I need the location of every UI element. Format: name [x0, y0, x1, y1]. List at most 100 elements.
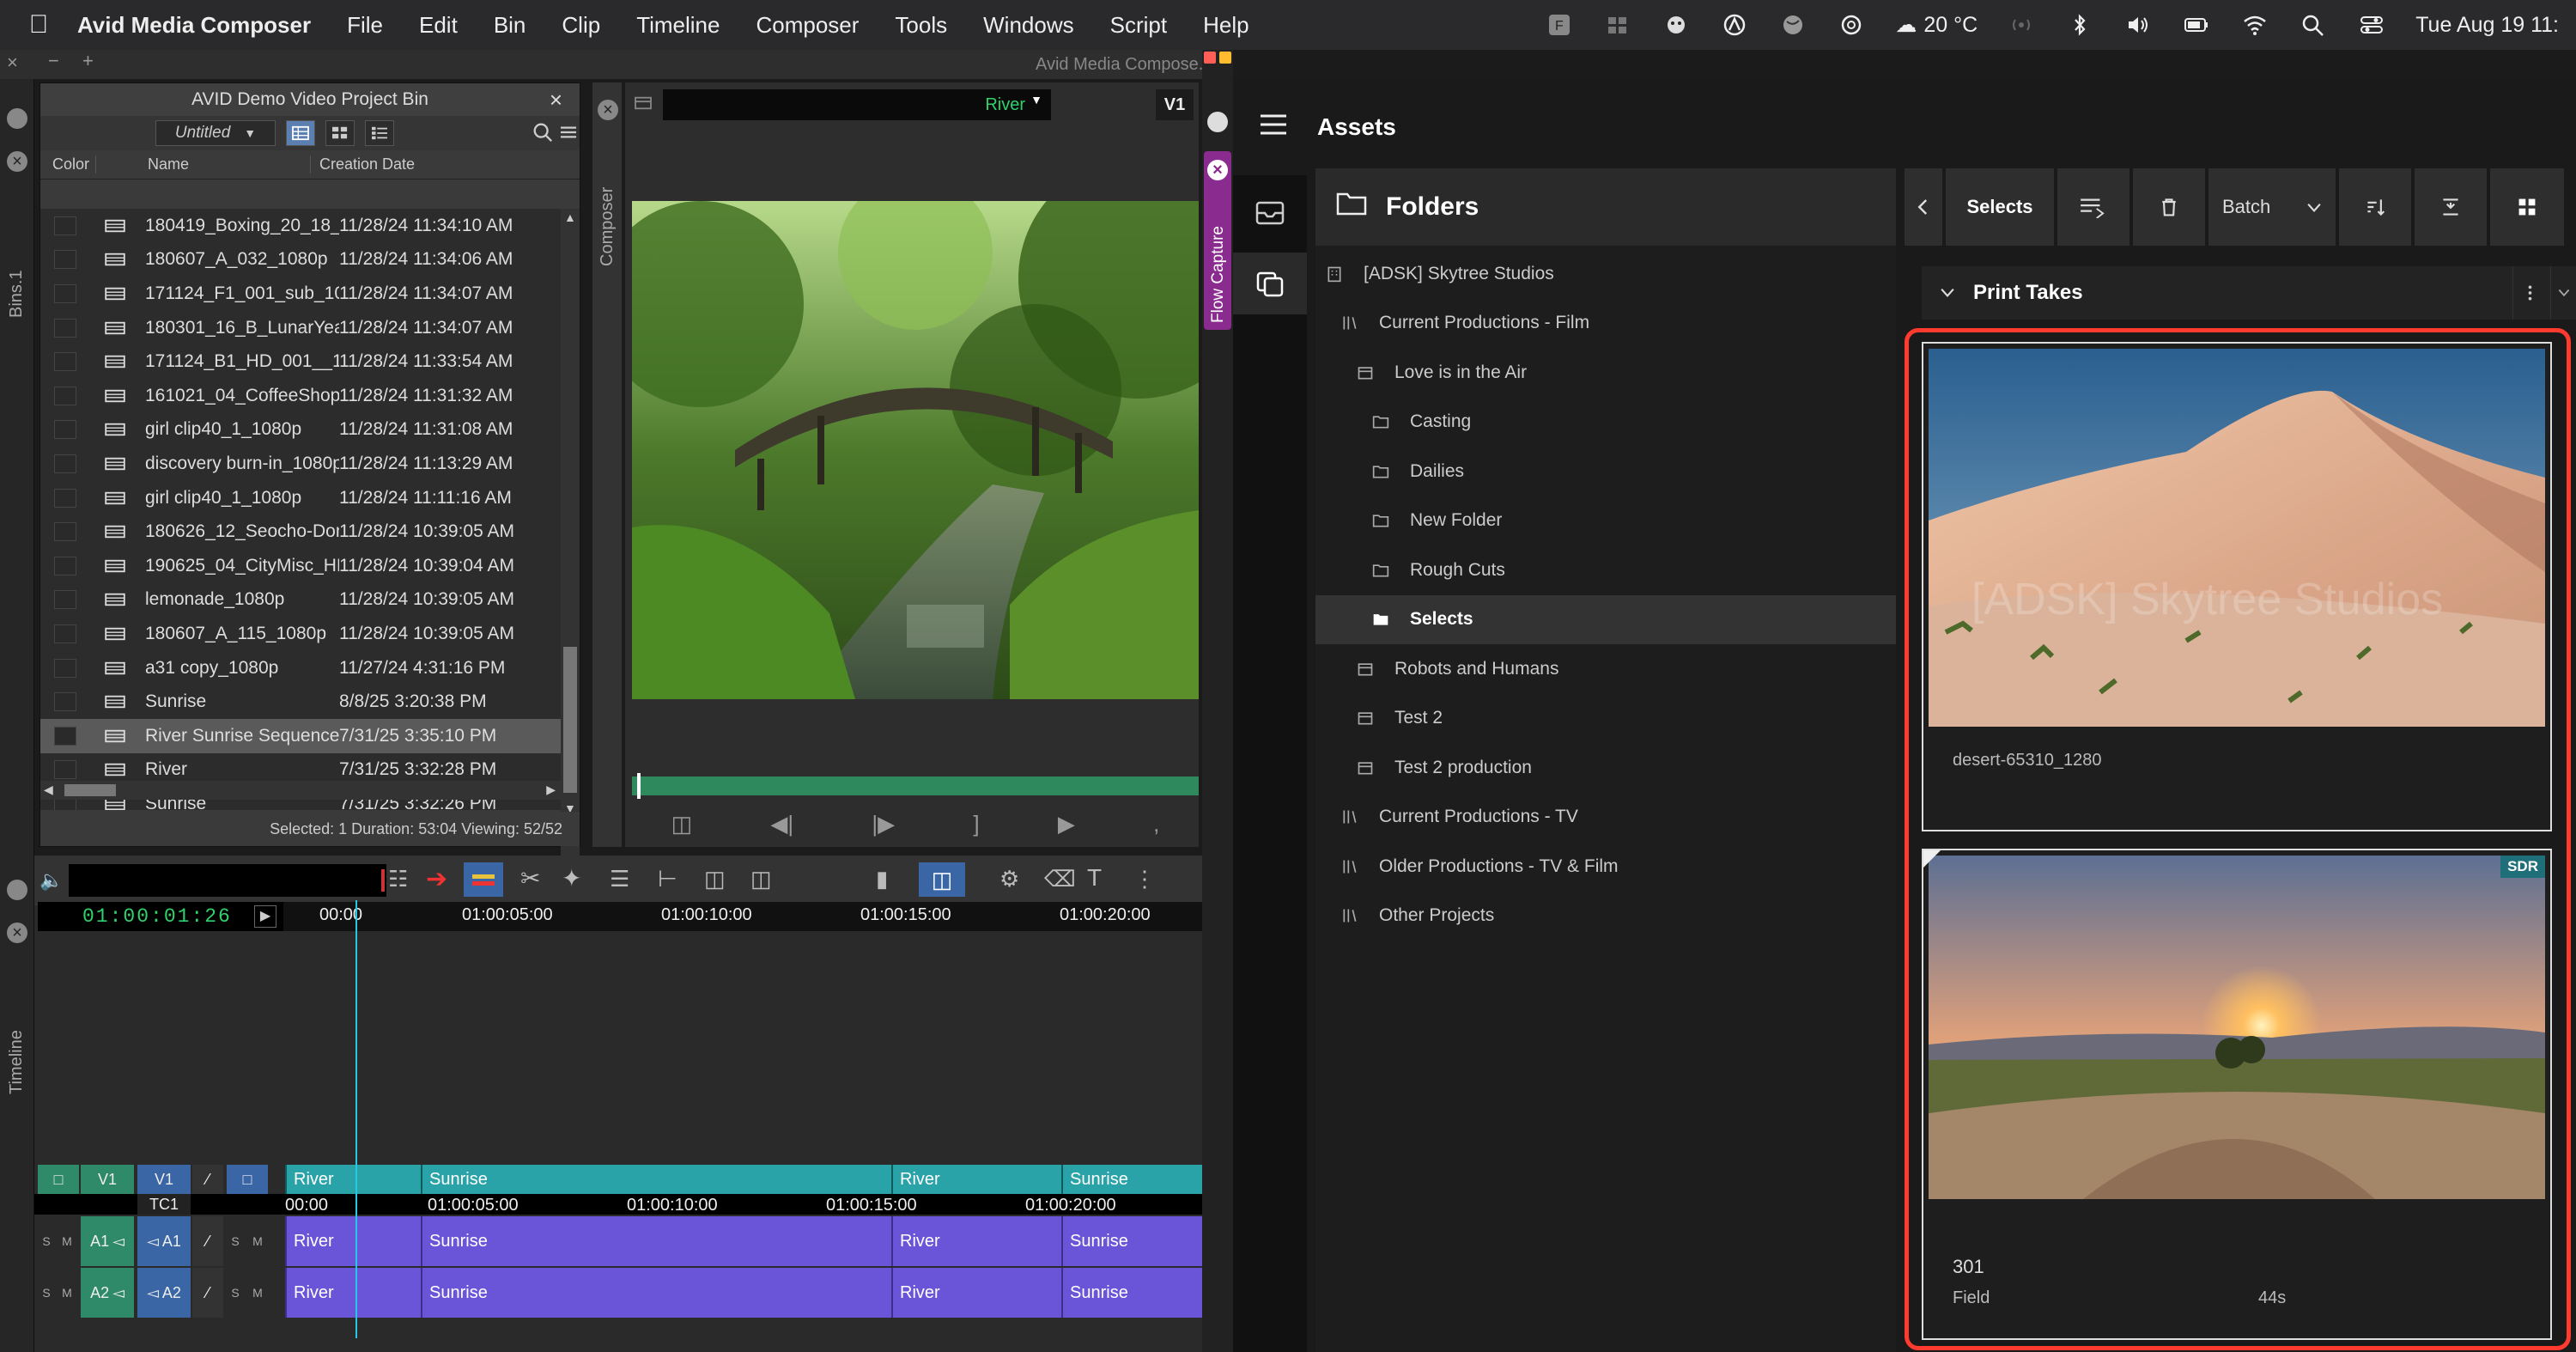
color-swatch[interactable]: [54, 454, 76, 473]
bin-row[interactable]: lemonade_1080p 11/28/24 10:39:05 AM: [40, 583, 561, 618]
inbox-icon[interactable]: [1233, 187, 1307, 239]
clip-river-a1[interactable]: River: [285, 1216, 421, 1266]
position-indicator[interactable]: [637, 773, 641, 799]
trim-icon[interactable]: ✦: [562, 864, 581, 892]
dock-close-icon[interactable]: ×: [7, 151, 27, 172]
v1-solo-icon[interactable]: □: [227, 1165, 268, 1194]
timeline-label[interactable]: Timeline: [7, 1030, 27, 1094]
asset-card[interactable]: [ADSK] Skytree Studios desert-65310_1280: [1922, 342, 2552, 831]
source-track-v1[interactable]: V1: [81, 1165, 134, 1194]
clip-river-v1-2[interactable]: River: [891, 1165, 1061, 1194]
copy-assets-icon[interactable]: [1233, 253, 1307, 314]
clip-sunrise-v1[interactable]: Sunrise: [421, 1165, 891, 1194]
composer-close-icon[interactable]: ×: [598, 100, 618, 120]
timeline-view-icon[interactable]: ◫: [919, 862, 965, 897]
group-collapse-icon[interactable]: [1922, 288, 1973, 298]
color-swatch[interactable]: [54, 386, 76, 405]
composer-label[interactable]: Composer: [598, 187, 617, 266]
color-swatch[interactable]: [54, 420, 76, 440]
bin-row[interactable]: 161021_04_CoffeeShop_...11/28/24 11:31:3…: [40, 379, 561, 413]
grid-status-icon[interactable]: [1603, 12, 1632, 38]
menu-windows[interactable]: Windows: [983, 12, 1073, 39]
step-backward-icon[interactable]: ◀|: [770, 811, 793, 837]
composer-menu-icon[interactable]: [634, 95, 653, 115]
eraser-icon[interactable]: ⌫: [1044, 866, 1076, 892]
color-swatch[interactable]: [54, 692, 76, 712]
creature-status-icon[interactable]: [1662, 12, 1691, 38]
collapse-all-icon[interactable]: [2415, 168, 2487, 246]
bin-row[interactable]: a31 copy_1080p 11/27/24 4:31:16 PM: [40, 651, 561, 685]
composer-video-frame[interactable]: [632, 201, 1199, 699]
composer-clip-menu[interactable]: River ▼: [663, 89, 1051, 120]
a2-lock-icon[interactable]: ⁄: [192, 1268, 223, 1318]
broadcast-status-icon[interactable]: [2007, 12, 2036, 38]
flow-app-icon[interactable]: F: [1545, 12, 1574, 38]
timeline-dock-menu-icon[interactable]: [7, 880, 27, 900]
battery-icon[interactable]: [2182, 12, 2211, 38]
timeline-playhead[interactable]: [355, 900, 357, 1338]
bin-hscroll-thumb[interactable]: [64, 784, 116, 796]
grid-view-icon[interactable]: [2490, 168, 2564, 246]
globe-status-icon[interactable]: [1778, 12, 1807, 38]
a2-solo-button[interactable]: S: [36, 1268, 57, 1318]
color-swatch[interactable]: [54, 624, 76, 643]
bin-search-icon[interactable]: [532, 121, 554, 148]
tc1-label[interactable]: TC1: [137, 1194, 191, 1215]
source-track-a2[interactable]: A2 ◅: [81, 1268, 134, 1318]
timecode-menu-icon[interactable]: ▶: [254, 905, 276, 928]
flow-capture-close-icon[interactable]: ×: [1207, 160, 1228, 180]
composer-toggle-icon[interactable]: ◫: [671, 811, 693, 837]
color-swatch[interactable]: [54, 658, 76, 678]
color-swatch[interactable]: [54, 216, 76, 235]
asset-thumbnail[interactable]: [1929, 856, 2545, 1199]
color-swatch[interactable]: [54, 522, 76, 542]
sort-icon[interactable]: [2339, 168, 2411, 246]
menu-composer[interactable]: Composer: [756, 12, 859, 39]
clip-sunrise-a1[interactable]: Sunrise: [421, 1216, 891, 1266]
flow-close-icon[interactable]: [1204, 52, 1216, 64]
bin-row[interactable]: girl clip40_1_1080p 11/28/24 11:31:08 AM: [40, 413, 561, 448]
asset-card[interactable]: SDR 301 Field 44s: [1922, 849, 2552, 1340]
timeline-ruler[interactable]: 00:00 01:00:05:00 01:00:10:00 01:00:15:0…: [283, 902, 1202, 931]
clip-river-a2-2[interactable]: River: [891, 1268, 1061, 1318]
bin-row[interactable]: 180607_A_115_1080p 11/28/24 10:39:05 AM: [40, 617, 561, 651]
list-settings-icon[interactable]: [2057, 168, 2129, 246]
a1-lock-icon[interactable]: ⁄: [192, 1216, 223, 1266]
close-window-icon[interactable]: ×: [7, 52, 18, 74]
track-list-icon[interactable]: ☰: [610, 866, 629, 892]
color-swatch[interactable]: [54, 488, 76, 508]
menu-bin[interactable]: Bin: [494, 12, 526, 39]
bin-row[interactable]: 180607_A_032_1080p 11/28/24 11:34:06 AM: [40, 243, 561, 277]
bin-vertical-scrollbar[interactable]: ▲ ▼: [561, 209, 580, 862]
record-track-v1[interactable]: V1: [137, 1165, 191, 1194]
expand-window-icon[interactable]: +: [82, 50, 94, 72]
weather-status[interactable]: ☁ 20 °C: [1895, 12, 1978, 38]
minimize-window-icon[interactable]: −: [48, 50, 59, 72]
folder-tree-item[interactable]: Love is in the Air: [1315, 348, 1896, 398]
source-track-a1[interactable]: A1 ◅: [81, 1216, 134, 1266]
play-icon[interactable]: ▶: [1058, 811, 1075, 837]
folder-tree-item[interactable]: Casting: [1315, 398, 1896, 448]
bins-label[interactable]: Bins.1: [7, 270, 27, 318]
group-more-icon[interactable]: [2512, 266, 2547, 320]
bin-row[interactable]: 171124_B1_HD_001__10...11/28/24 11:33:54…: [40, 344, 561, 379]
splice-icon[interactable]: ⊢: [658, 866, 677, 892]
menu-clip[interactable]: Clip: [562, 12, 600, 39]
scroll-up-icon[interactable]: ▲: [564, 210, 576, 224]
flow-menu-icon[interactable]: [1207, 112, 1228, 132]
folder-tree-item[interactable]: [ADSK] Skytree Studios: [1315, 249, 1896, 299]
bin-row[interactable]: 171124_F1_001_sub_10... 11/28/24 11:34:07…: [40, 277, 561, 311]
bin-horizontal-scrollbar[interactable]: ◀ ▶: [40, 781, 561, 800]
folder-tree-item[interactable]: Test 2 production: [1315, 743, 1896, 793]
color-swatch[interactable]: [54, 318, 76, 338]
column-color[interactable]: Color: [40, 155, 95, 174]
column-creation-date[interactable]: Creation Date: [310, 155, 415, 174]
a1-mute-button[interactable]: M: [57, 1216, 77, 1266]
clip-sunrise-a2-2[interactable]: Sunrise: [1061, 1268, 1202, 1318]
folder-tree-item[interactable]: Robots and Humans: [1315, 644, 1896, 694]
bin-row[interactable]: River Sunrise Sequence 7/31/25 3:35:10 PM: [40, 718, 561, 753]
bin-row[interactable]: Sunrise 8/8/25 3:20:38 PM: [40, 685, 561, 719]
mark-out-icon[interactable]: ]: [973, 811, 979, 837]
a1-rec-mute-button[interactable]: M: [247, 1216, 268, 1266]
app-menu[interactable]: Avid Media Composer: [77, 12, 311, 39]
